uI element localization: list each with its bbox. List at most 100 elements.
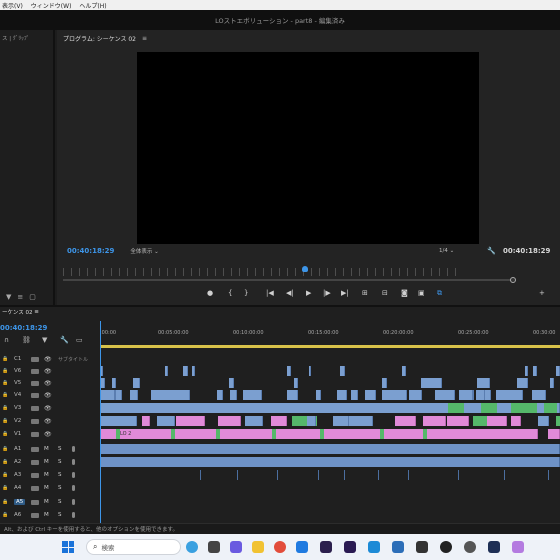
- track-header-a6[interactable]: 🔒 A6 M S: [0, 509, 100, 521]
- windows-start-icon[interactable]: [62, 541, 74, 553]
- track-name[interactable]: A6: [14, 512, 21, 518]
- track-lane-a5[interactable]: [100, 497, 560, 507]
- clip[interactable]: [287, 366, 291, 376]
- proxy-toggle-icon[interactable]: ⧉: [437, 289, 442, 298]
- clip[interactable]: [306, 416, 317, 426]
- sync-lock-icon[interactable]: [31, 418, 39, 424]
- menu-view[interactable]: 表示(V): [2, 1, 23, 10]
- eye-icon[interactable]: 👁: [44, 418, 52, 425]
- export-frame-icon[interactable]: ◙: [401, 289, 408, 297]
- app-icon[interactable]: [464, 541, 476, 553]
- edge-icon[interactable]: [296, 541, 308, 553]
- track-header-v2[interactable]: 🔒 V2 👁: [0, 415, 100, 427]
- clip[interactable]: [446, 416, 469, 426]
- list-icon[interactable]: ≡: [17, 293, 23, 301]
- chrome-icon[interactable]: [274, 541, 286, 553]
- sync-lock-icon[interactable]: [31, 392, 39, 398]
- step-back-icon[interactable]: ◀|: [286, 289, 294, 297]
- clip[interactable]: [519, 403, 538, 413]
- snap-icon[interactable]: ∩: [4, 336, 9, 344]
- widget-icon[interactable]: [186, 541, 198, 553]
- track-header-v6[interactable]: 🔒 V6 👁: [0, 365, 100, 377]
- sync-lock-icon[interactable]: [31, 405, 39, 411]
- microphone-icon[interactable]: [72, 459, 75, 465]
- track-lane-a6[interactable]: [100, 510, 560, 520]
- clip[interactable]: [230, 390, 238, 400]
- sync-lock-icon[interactable]: [31, 368, 39, 374]
- clip[interactable]: [394, 416, 417, 426]
- track-name[interactable]: V5: [14, 380, 21, 386]
- menu-window[interactable]: ウィンドウ(W): [31, 1, 72, 10]
- program-monitor-tab[interactable]: プログラム: シーケンス 02 ≡: [57, 30, 560, 46]
- clip[interactable]: [533, 366, 537, 376]
- track-header-v3[interactable]: 🔒 V3 👁: [0, 402, 100, 414]
- clip[interactable]: [309, 366, 312, 376]
- sync-lock-icon[interactable]: [31, 459, 39, 465]
- monitor-zoom-scrollbar[interactable]: [63, 277, 516, 283]
- clip[interactable]: [548, 429, 560, 439]
- linked-selection-icon[interactable]: ⛓: [22, 336, 31, 344]
- marker-icon[interactable]: ▼: [42, 336, 47, 344]
- microphone-icon[interactable]: [72, 472, 75, 478]
- clip[interactable]: [480, 403, 498, 413]
- track-header-a2[interactable]: 🔒 A2 M S: [0, 456, 100, 468]
- track-name[interactable]: A1: [14, 446, 21, 452]
- clip[interactable]: [255, 390, 263, 400]
- timeline-ruler[interactable]: :00:00 00:05:00:00 00:10:00:00 00:15:00:…: [100, 327, 560, 347]
- clip[interactable]: [272, 429, 277, 439]
- wrench-icon[interactable]: 🔧: [487, 247, 496, 255]
- video-preview[interactable]: [137, 52, 479, 244]
- solo-button[interactable]: S: [58, 499, 62, 505]
- mute-button[interactable]: M: [44, 446, 49, 452]
- timeline-playhead[interactable]: [100, 321, 101, 525]
- clip[interactable]: [516, 390, 524, 400]
- trash-icon[interactable]: ▢: [29, 293, 36, 301]
- clip[interactable]: [191, 366, 195, 376]
- go-to-in-icon[interactable]: |◀: [266, 289, 274, 297]
- clip[interactable]: [433, 378, 443, 388]
- track-lane-a2[interactable]: [100, 457, 560, 467]
- track-lane-v2[interactable]: [100, 416, 560, 426]
- lock-icon[interactable]: 🔒: [2, 499, 8, 505]
- clip[interactable]: [476, 378, 490, 388]
- solo-button[interactable]: S: [58, 446, 62, 452]
- teams-icon[interactable]: [230, 541, 242, 553]
- mark-in-icon[interactable]: {: [228, 289, 232, 297]
- clip[interactable]: [466, 390, 473, 400]
- audio-clip[interactable]: [100, 444, 560, 454]
- clip[interactable]: [549, 378, 554, 388]
- clip[interactable]: [174, 390, 190, 400]
- mute-button[interactable]: M: [44, 472, 49, 478]
- sync-lock-icon[interactable]: [31, 485, 39, 491]
- clip[interactable]: [315, 390, 321, 400]
- mute-button[interactable]: M: [44, 459, 49, 465]
- app-icon[interactable]: [368, 541, 380, 553]
- sync-lock-icon[interactable]: [31, 499, 39, 505]
- clip[interactable]: [129, 390, 138, 400]
- clip[interactable]: [487, 416, 508, 426]
- mute-button[interactable]: M: [44, 485, 49, 491]
- left-panel-tabs[interactable]: ス | ｸﾞﾘｯﾌﾟ: [0, 30, 53, 46]
- clip[interactable]: [243, 390, 257, 400]
- audio-clip[interactable]: [377, 470, 379, 480]
- clip[interactable]: [447, 403, 465, 413]
- lock-icon[interactable]: 🔒: [2, 512, 8, 518]
- clip[interactable]: [157, 416, 176, 426]
- mute-button[interactable]: M: [44, 499, 49, 505]
- clip[interactable]: [435, 390, 449, 400]
- track-header-v1[interactable]: 🔒 V1 👁: [0, 428, 100, 440]
- microphone-icon[interactable]: [72, 499, 75, 505]
- audio-clip[interactable]: [458, 470, 460, 480]
- clip[interactable]: [396, 390, 407, 400]
- audio-clip[interactable]: [200, 470, 201, 480]
- clip[interactable]: [408, 390, 422, 400]
- lock-icon[interactable]: 🔒: [2, 380, 8, 386]
- add-marker-icon[interactable]: ●: [207, 289, 213, 297]
- clip[interactable]: [244, 416, 264, 426]
- clip[interactable]: [511, 416, 522, 426]
- sync-lock-icon[interactable]: [31, 356, 39, 362]
- lock-icon[interactable]: 🔒: [2, 485, 8, 491]
- clip[interactable]: [286, 390, 299, 400]
- audio-clip[interactable]: [277, 470, 279, 480]
- clip[interactable]: [320, 429, 325, 439]
